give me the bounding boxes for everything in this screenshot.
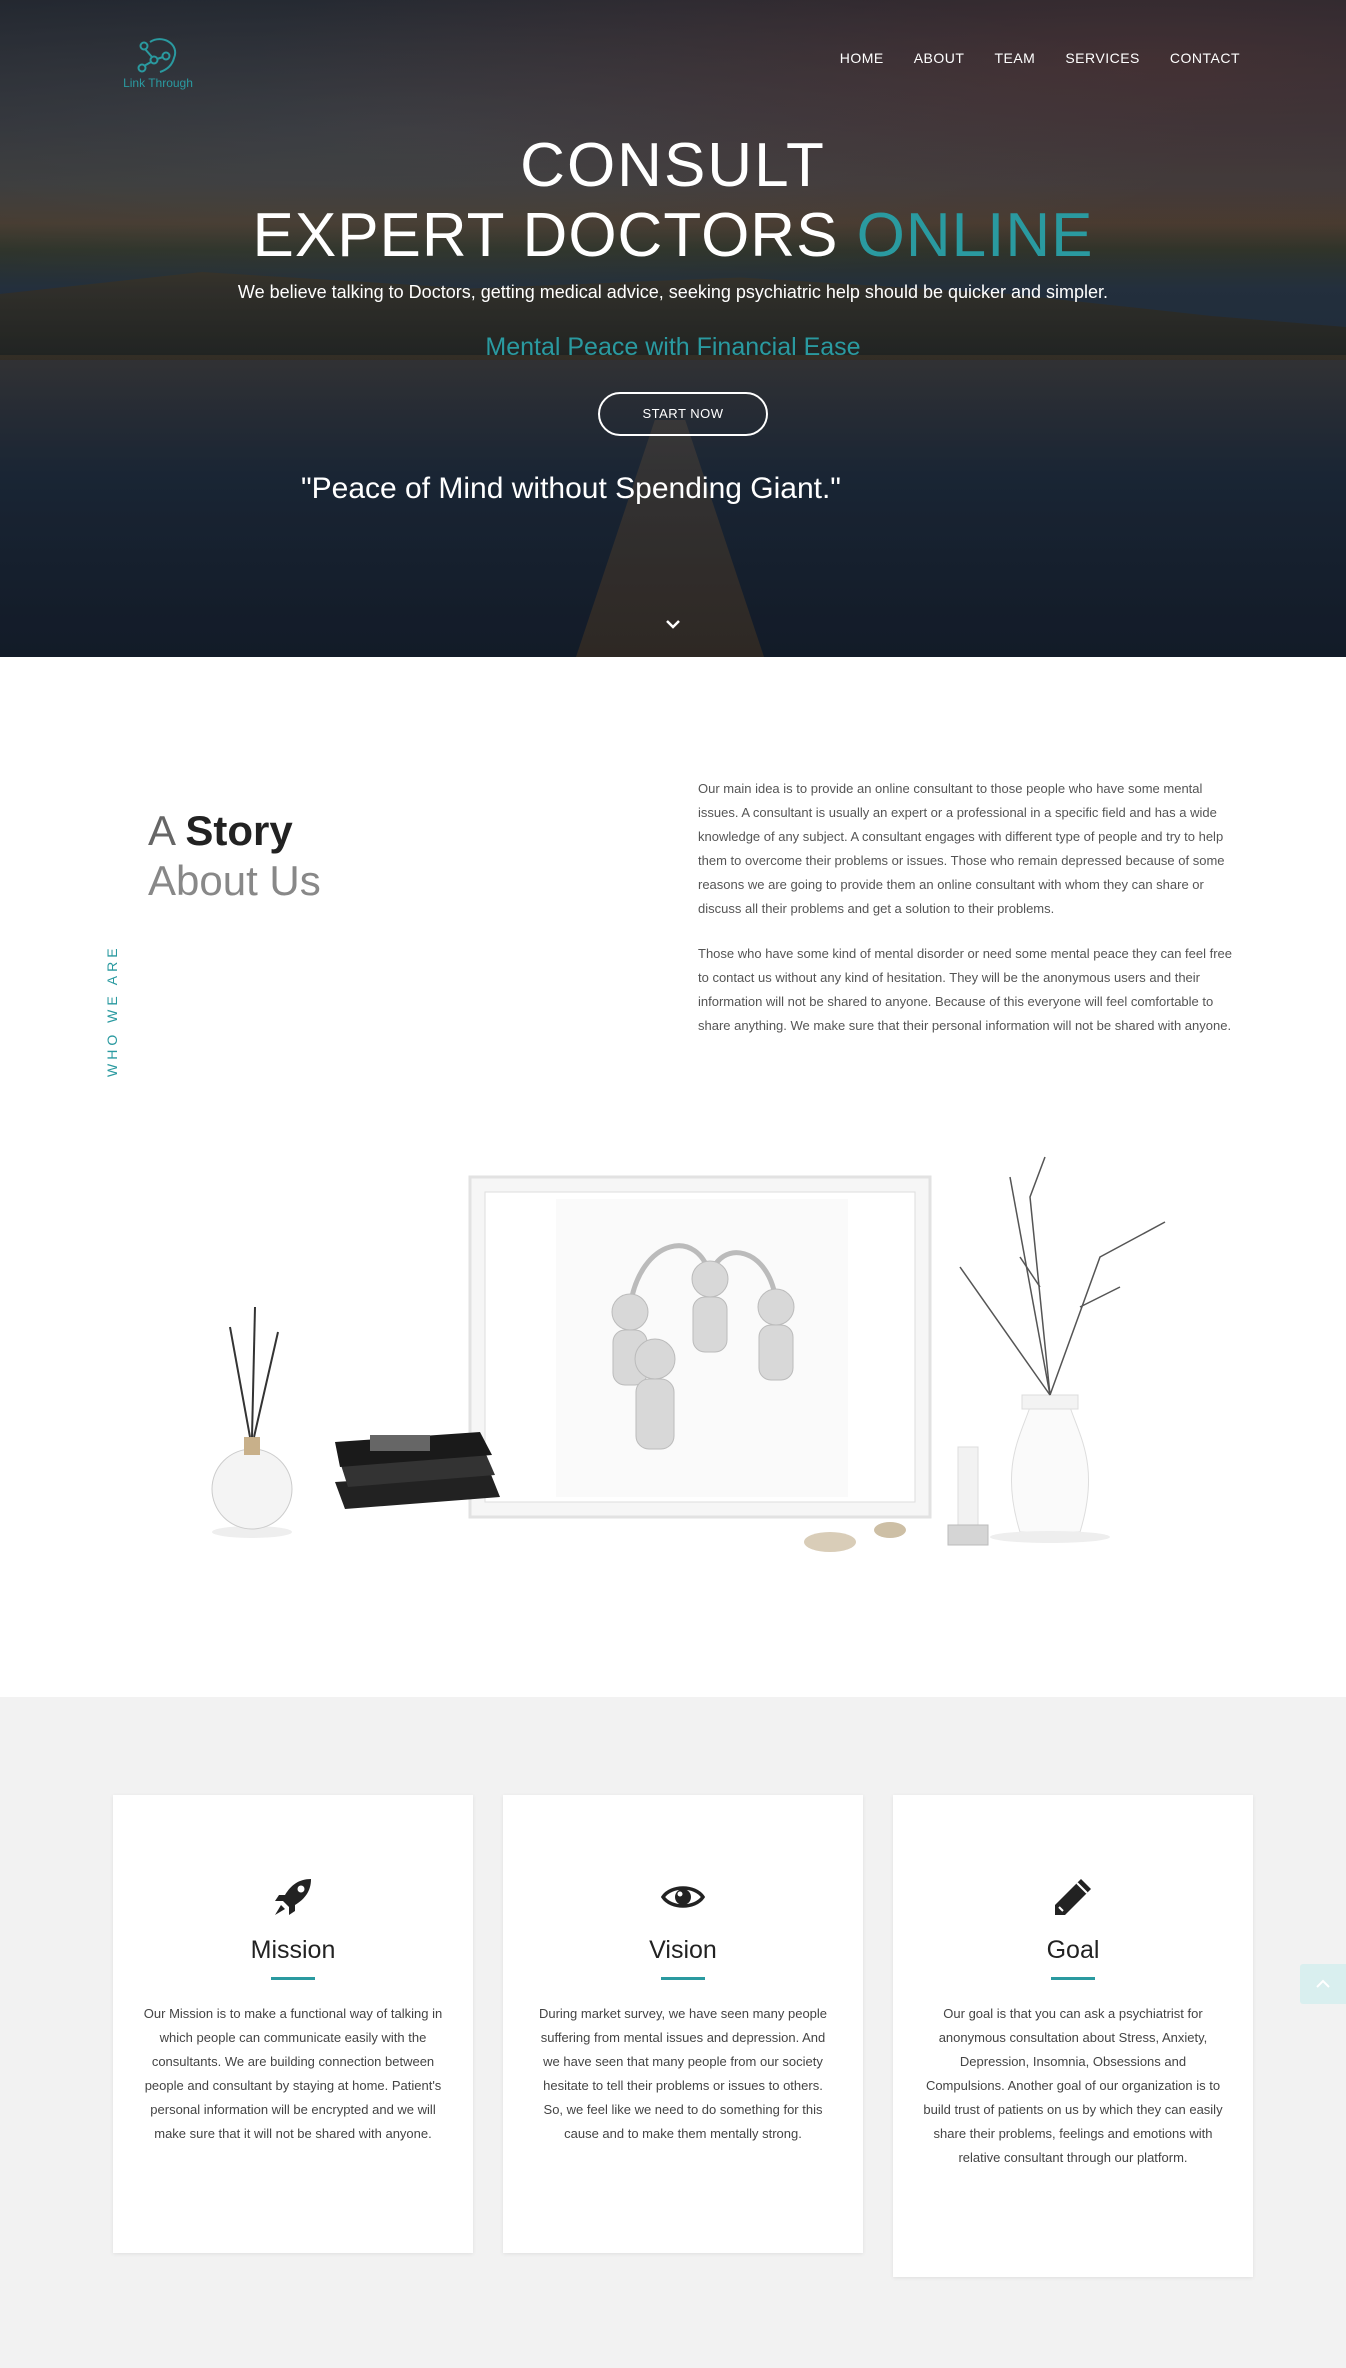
pencil-icon: [1055, 1879, 1091, 1915]
story-paragraph: Our main idea is to provide an online co…: [698, 781, 1225, 916]
goal-text: Our goal is that you can ask a psychiatr…: [923, 2006, 1223, 2165]
logo-icon: [137, 38, 177, 73]
story-illustration: [211, 1156, 1166, 1552]
nav-about[interactable]: ABOUT: [914, 50, 965, 66]
nav-services[interactable]: SERVICES: [1065, 50, 1140, 66]
story-title-line2: About Us: [148, 857, 321, 904]
back-to-top-button[interactable]: [1300, 1964, 1346, 2004]
site-logo[interactable]: Link Through: [108, 36, 208, 92]
start-now-button[interactable]: START NOW: [598, 392, 768, 436]
story-paragraph: Those who have some kind of mental disor…: [698, 946, 1233, 1033]
main-nav: HOME ABOUT TEAM SERVICES CONTACT: [840, 50, 1240, 66]
logo-text: Link Through: [123, 76, 193, 90]
rocket-icon: [275, 1879, 311, 1915]
story-text: Our main idea is to provide an online co…: [698, 777, 1246, 1038]
story-title: A Story About Us: [148, 807, 321, 905]
mission-card: Mission Our Mission is to make a functio…: [113, 1795, 473, 2253]
hero-title-line1: CONSULT: [520, 131, 826, 200]
story-title-prefix: A: [148, 807, 186, 854]
mission-text: Our Mission is to make a functional way …: [143, 2006, 443, 2141]
chevron-up-icon: [1316, 1979, 1330, 1988]
hero-subtitle: We believe talking to Doctors, getting m…: [237, 282, 1109, 302]
nav-contact[interactable]: CONTACT: [1170, 50, 1240, 66]
chevron-down-icon[interactable]: [661, 612, 685, 636]
hero-section: Link Through HOME ABOUT TEAM SERVICES CO…: [0, 0, 1346, 657]
vision-card: Vision During market survey, we have see…: [503, 1795, 863, 2253]
vision-text: During market survey, we have seen many …: [538, 2006, 828, 2141]
hero-title-main: EXPERT DOCTORS: [252, 201, 857, 270]
who-we-are-label: WHO WE ARE: [100, 907, 130, 1077]
nav-home[interactable]: HOME: [840, 50, 884, 66]
nav-team[interactable]: TEAM: [994, 50, 1035, 66]
goal-title: Goal: [1046, 1936, 1100, 1964]
about-section: WHO WE ARE A Story About Us Our main ide…: [0, 657, 1346, 1697]
vertical-label-text: WHO WE ARE: [104, 944, 120, 1077]
hero-tagline: Mental Peace with Financial Ease: [485, 333, 861, 361]
hero-title-accent: ONLINE: [856, 201, 1094, 270]
vision-title: Vision: [649, 1936, 717, 1964]
goal-card: Goal Our goal is that you can ask a psyc…: [893, 1795, 1253, 2277]
hero-quote: "Peace of Mind without Spending Giant.": [301, 472, 841, 505]
hero-title-line2: EXPERT DOCTORS ONLINE: [0, 200, 1346, 271]
mission-title: Mission: [250, 1936, 336, 1964]
eye-icon: [660, 1886, 706, 1908]
features-section: Mission Our Mission is to make a functio…: [0, 1697, 1346, 2368]
story-title-bold: Story: [185, 807, 293, 854]
